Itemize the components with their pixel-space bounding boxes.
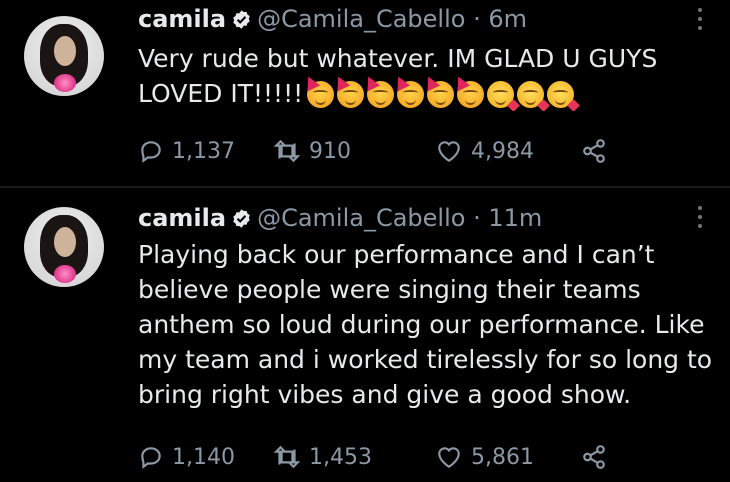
share-button[interactable] <box>580 443 616 473</box>
reply-button[interactable]: 1,140 <box>138 443 235 473</box>
tweet-text-line: my team and i worked tirelessly for so l… <box>138 345 713 374</box>
tweet-header: camila @Camila_Cabello · 11m <box>138 203 542 233</box>
retweet-count: 1,453 <box>309 445 372 470</box>
user-handle[interactable]: @Camila_Cabello <box>257 204 465 232</box>
verified-badge-icon <box>233 209 250 228</box>
tweet-text-line: bring right vibes and give a good show. <box>138 380 632 409</box>
tweet-text-line: Playing back our performance and I can’t <box>138 240 655 269</box>
reply-icon <box>141 447 161 469</box>
tweet-text-line: believe people were singing their teams <box>138 275 641 304</box>
retweet-icon <box>273 445 301 469</box>
tweet-2[interactable]: camila @Camila_Cabello · 11m Playing back… <box>0 0 730 470</box>
tweet-time[interactable]: · 11m <box>473 204 542 232</box>
like-button[interactable]: 5,861 <box>435 443 534 473</box>
display-name[interactable]: camila <box>138 204 226 232</box>
avatar[interactable] <box>24 207 104 287</box>
avatar-face <box>54 227 76 257</box>
like-count: 5,861 <box>471 445 534 470</box>
tweet-text: Playing back our performance and I can’t… <box>138 237 712 412</box>
tweet-actions: 1,140 1,453 5,861 <box>138 443 698 473</box>
retweet-button[interactable]: 1,453 <box>273 443 372 473</box>
share-icon <box>583 445 605 469</box>
more-options-icon[interactable] <box>696 206 704 236</box>
tweet-text-line: anthem so loud during our performance. L… <box>138 310 705 339</box>
avatar-flower <box>54 265 76 283</box>
heart-icon <box>438 447 460 469</box>
reply-count: 1,140 <box>172 445 235 470</box>
